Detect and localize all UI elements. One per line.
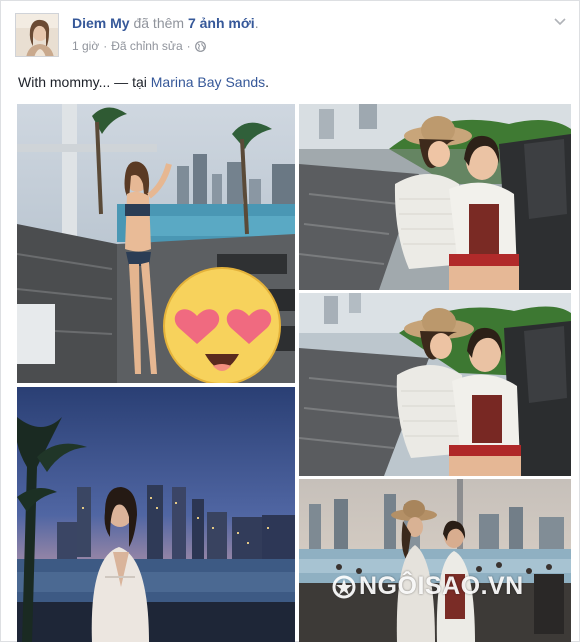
meta-separator: ·	[103, 39, 108, 53]
header-period: .	[254, 15, 259, 31]
facebook-post: Diem My đã thêm 7 ảnh mới. 1 giờ · Đã ch…	[0, 0, 580, 642]
photo-4[interactable]	[17, 387, 295, 642]
photo-2[interactable]	[299, 104, 571, 290]
timestamp-link[interactable]: 1 giờ	[72, 39, 99, 53]
author-name-link[interactable]: Diem My	[72, 15, 130, 31]
action-text: đã thêm	[133, 15, 185, 31]
caption-text: With mommy... — tại	[18, 74, 147, 90]
photo-5[interactable]	[299, 479, 571, 642]
location-link[interactable]: Marina Bay Sands	[151, 74, 265, 90]
watermark-logo-icon	[332, 575, 356, 598]
author-avatar[interactable]	[15, 13, 59, 57]
photo-count-link[interactable]: 7 ảnh mới	[188, 15, 255, 31]
post-meta: 1 giờ · Đã chỉnh sửa ·	[72, 39, 206, 53]
photo-1[interactable]	[17, 104, 295, 383]
watermark-text: NGÔISAO.VN	[359, 572, 524, 600]
caption-end: .	[265, 74, 270, 90]
meta-separator-2: ·	[186, 39, 191, 53]
post-options-chevron-icon[interactable]	[553, 13, 567, 26]
post-header: Diem My đã thêm 7 ảnh mới.	[72, 15, 259, 31]
globe-icon[interactable]	[194, 40, 206, 52]
heart-eyes-emoji	[163, 267, 281, 383]
photo-3[interactable]	[299, 293, 571, 476]
edited-link[interactable]: Đã chỉnh sửa	[111, 39, 182, 53]
watermark: NGÔISAO.VN	[332, 572, 524, 601]
post-caption: With mommy... — tại Marina Bay Sands.	[18, 74, 269, 90]
